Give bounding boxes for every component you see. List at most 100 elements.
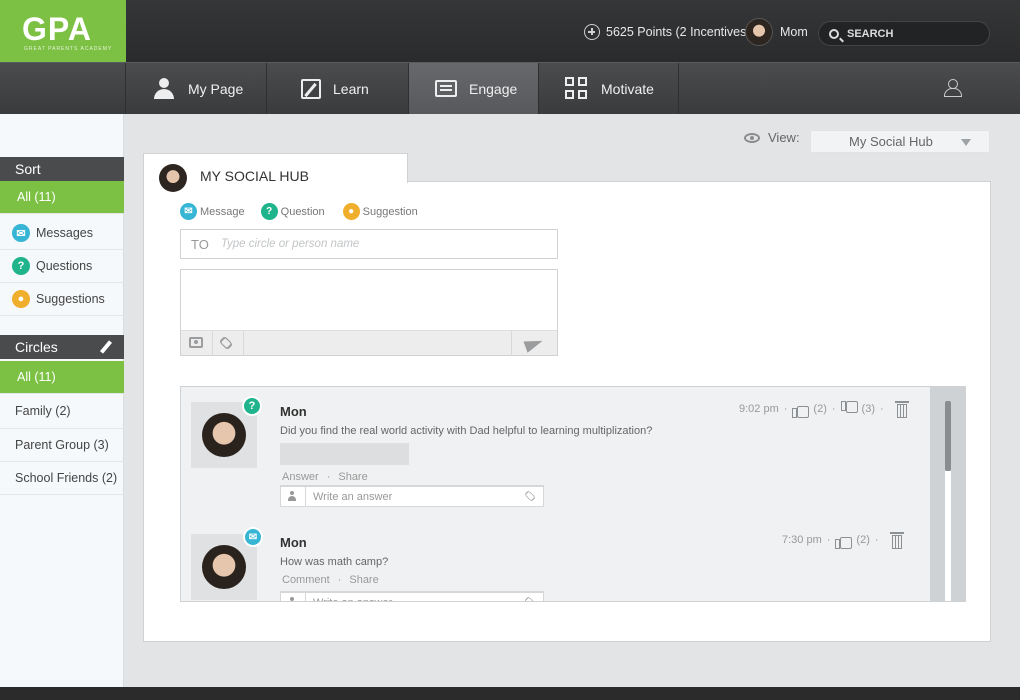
person-icon [287,491,297,501]
post-text: Did you find the real world activity wit… [280,425,653,437]
scrollbar-rail [945,471,951,601]
search-box[interactable] [818,21,990,46]
post-author[interactable]: Mon [280,535,307,550]
top-header: GPA GREAT PARENTS ACADEMY 5625 Points (2… [0,0,1020,62]
to-input[interactable] [220,238,521,250]
answer-divider [305,593,306,601]
type-label: Message [200,205,245,218]
suggestion-icon: ● [342,203,360,220]
message-textarea[interactable] [181,270,557,330]
trash-icon[interactable] [894,401,909,418]
grid-icon [565,76,589,101]
type-question[interactable]: ? Question [260,203,325,220]
sort-item-messages[interactable]: ✉ Messages [0,217,124,250]
link-icon[interactable] [524,490,536,502]
message-composer [180,269,558,356]
person-icon [287,597,297,601]
pencil-icon[interactable] [99,340,113,354]
plus-circle-icon [584,24,600,40]
link-icon[interactable] [218,335,234,351]
message-icon: ✉ [180,203,197,220]
nav-motivate-label: Motivate [601,80,654,97]
dislike-count: (3) [861,403,875,415]
activity-feed[interactable]: ? Mon Did you find the real world activi… [180,386,966,602]
sort-item-label: Suggestions [36,292,105,306]
message-icon: ✉ [243,527,263,547]
comment-link[interactable]: Comment [282,574,330,586]
link-icon[interactable] [524,596,536,601]
view-select[interactable]: My Social Hub [810,130,990,153]
toolbar-divider [212,331,213,356]
to-field[interactable]: TO [180,229,558,259]
nav-learn-label: Learn [333,80,369,97]
type-message[interactable]: ✉ Message [180,203,245,220]
sidebar: Sort All (11) ✉ Messages ? Questions ● S… [0,114,124,687]
logo[interactable]: GPA GREAT PARENTS ACADEMY [0,0,126,62]
answer-input[interactable] [313,489,513,504]
post-meta: 7:30 pm · (2) · [782,532,904,549]
answer-input[interactable] [313,595,513,601]
sort-header: Sort [0,157,124,181]
post-time: 9:02 pm [739,403,779,415]
circles-title: Circles [15,339,58,355]
nav-motivate[interactable]: Motivate [538,63,679,114]
points-display[interactable]: 5625 Points (2 Incentives) [584,24,751,40]
user-name[interactable]: Mom [780,25,808,39]
circle-item-family[interactable]: Family (2) [0,393,124,429]
view-label-row: View: [744,130,800,145]
feed-post: ? Mon Did you find the real world activi… [181,387,931,517]
share-link[interactable]: Share [349,574,378,586]
suggestion-icon: ● [12,290,30,308]
type-label: Question [280,205,325,218]
circle-item-school-friends[interactable]: School Friends (2) [0,462,124,495]
scrollbar-thumb[interactable] [945,401,951,471]
edit-icon [301,78,321,99]
nav-my-page-label: My Page [188,80,244,97]
answer-field[interactable] [280,591,544,601]
thumb-up-icon[interactable] [792,402,810,418]
post-text: How was math camp? [280,556,389,568]
post-time: 7:30 pm [782,534,822,546]
feed-scrollbar[interactable] [930,387,965,601]
user-avatar[interactable] [745,18,773,46]
sort-item-questions[interactable]: ? Questions [0,250,124,283]
trash-icon[interactable] [889,532,904,549]
nav-learn[interactable]: Learn [266,63,408,114]
separator-dot: · [874,534,879,546]
thumb-down-icon[interactable] [841,402,857,417]
sort-item-suggestions[interactable]: ● Suggestions [0,283,124,316]
toolbar-divider [243,331,244,356]
separator-dot: · [880,403,884,415]
type-label: Suggestion [362,205,418,218]
separator-dot: · [826,534,831,546]
search-icon [829,28,839,39]
post-attachment[interactable] [280,443,409,465]
hub-avatar [159,164,187,192]
answer-field[interactable] [280,485,544,507]
send-icon[interactable] [523,335,545,353]
circles-header: Circles [0,335,124,359]
type-suggestion[interactable]: ● Suggestion [342,203,418,220]
camera-icon[interactable] [189,337,203,348]
search-input[interactable] [847,27,967,40]
circle-item-all[interactable]: All (11) [0,361,124,394]
nav-engage[interactable]: Engage [408,63,538,114]
logo-mark: GPA [22,11,92,47]
post-author[interactable]: Mon [280,404,307,419]
separator-dot: · [337,574,342,586]
profile-icon[interactable] [943,79,963,97]
circle-item-parent-group[interactable]: Parent Group (3) [0,429,124,462]
share-link[interactable]: Share [338,471,367,483]
nav-my-page[interactable]: My Page [125,63,266,114]
separator-dot: · [831,403,836,415]
composer-type-selector: ✉ Message ? Question ● Suggestion [180,203,418,220]
feed-post: ✉ Mon How was math camp? Comment · Share… [181,517,931,601]
view-label: View: [768,130,800,145]
thumb-up-icon[interactable] [835,533,853,549]
like-count: (2) [813,403,827,415]
sort-item-all[interactable]: All (11) [0,181,124,214]
main-nav: My Page Learn Engage Motivate [0,62,1020,114]
question-icon: ? [12,257,30,275]
answer-link[interactable]: Answer [282,471,319,483]
eye-icon [744,132,760,143]
